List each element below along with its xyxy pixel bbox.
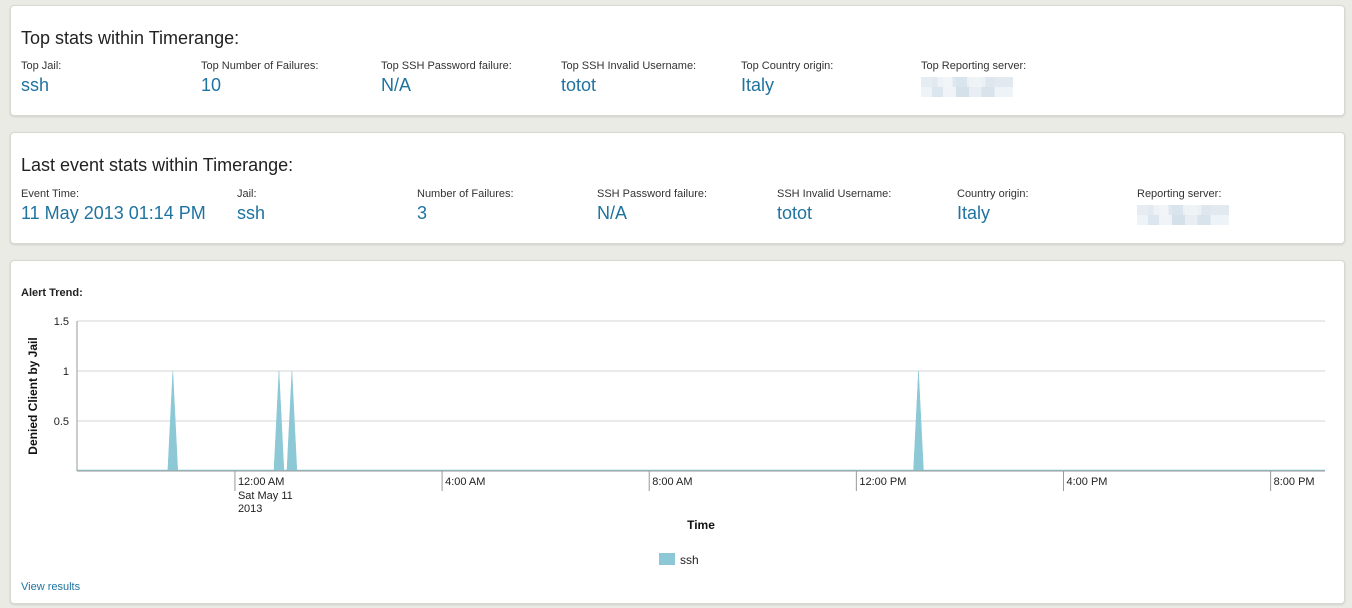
redacted-server-value	[921, 77, 1013, 97]
stat-value[interactable]: totot	[777, 203, 891, 224]
stat-ssh-invalid-username: SSH Invalid Username: totot	[777, 188, 891, 224]
y-tick-label: 1.5	[54, 316, 69, 328]
x-tick-label: 4:00 AM	[445, 476, 485, 488]
stat-label: Top Number of Failures:	[201, 60, 319, 72]
stat-value[interactable]: N/A	[597, 203, 707, 224]
stat-event-time: Event Time: 11 May 2013 01:14 PM	[21, 188, 206, 224]
stat-label: Top Reporting server:	[921, 60, 1027, 72]
stat-top-reporting-server: Top Reporting server:	[921, 60, 1026, 97]
y-tick-label: 0.5	[54, 416, 69, 428]
redacted-server-value	[1137, 205, 1229, 225]
stat-value[interactable]: N/A	[381, 75, 512, 96]
legend-swatch	[659, 553, 675, 565]
stat-top-jail: Top Jail: ssh	[21, 60, 61, 96]
x-axis-title: Time	[687, 518, 715, 532]
stat-label: Country origin:	[957, 188, 1029, 200]
x-tick-label: 8:00 AM	[652, 476, 692, 488]
x-tick-sublabel: 2013	[238, 503, 262, 515]
stat-jail: Jail: ssh	[237, 188, 265, 224]
stat-label: Top Country origin:	[741, 60, 834, 72]
x-tick-label: 8:00 PM	[1274, 476, 1315, 488]
stat-label: Top Jail:	[21, 60, 62, 72]
stat-value[interactable]: 10	[201, 75, 318, 96]
stat-country-origin: Country origin: Italy	[957, 188, 1029, 224]
stat-value[interactable]: totot	[561, 75, 696, 96]
stat-label: Event Time:	[21, 188, 80, 200]
stat-value[interactable]: 3	[417, 203, 514, 224]
last-event-title: Last event stats within Timerange:	[21, 155, 294, 175]
stat-top-ssh-password-failure: Top SSH Password failure: N/A	[381, 60, 512, 96]
y-tick-label: 1	[63, 366, 69, 378]
stat-label: Number of Failures:	[417, 188, 514, 200]
stat-label: SSH Invalid Username:	[777, 188, 892, 200]
top-stats-title: Top stats within Timerange:	[21, 28, 240, 48]
stat-label: Top SSH Password failure:	[381, 60, 512, 72]
stat-label: Reporting server:	[1137, 188, 1222, 200]
stat-reporting-server: Reporting server:	[1137, 188, 1229, 225]
stat-top-country-origin: Top Country origin: Italy	[741, 60, 833, 96]
x-tick-label: 4:00 PM	[1066, 476, 1107, 488]
top-stats-panel: Top stats within Timerange: Top Jail: ss…	[10, 5, 1345, 116]
stat-value[interactable]: 11 May 2013 01:14 PM	[21, 203, 206, 224]
y-axis-title: Denied Client by Jail	[26, 337, 40, 454]
stat-label: Top SSH Invalid Username:	[561, 60, 697, 72]
stat-value[interactable]: Italy	[957, 203, 1029, 224]
x-tick-sublabel: Sat May 11	[238, 490, 293, 502]
stat-top-ssh-invalid-username: Top SSH Invalid Username: totot	[561, 60, 696, 96]
x-tick-label: 12:00 PM	[859, 476, 906, 488]
x-tick-label: 12:00 AM	[238, 476, 284, 488]
alert-trend-panel: Alert Trend: 0.5 1 1.5 Denied Client by Jai…	[10, 260, 1345, 604]
stat-ssh-password-failure: SSH Password failure: N/A	[597, 188, 707, 224]
last-event-panel: Last event stats within Timerange: Event…	[10, 132, 1345, 244]
view-results-link[interactable]: View results	[21, 581, 80, 593]
stat-value[interactable]: ssh	[21, 75, 61, 96]
stat-value[interactable]: Italy	[741, 75, 833, 96]
legend-label: ssh	[680, 553, 699, 567]
stat-number-of-failures: Number of Failures: 3	[417, 188, 514, 224]
stat-label: Jail:	[237, 188, 257, 200]
stat-value[interactable]: ssh	[237, 203, 265, 224]
stat-label: SSH Password failure:	[597, 188, 708, 200]
stat-top-failures: Top Number of Failures: 10	[201, 60, 318, 96]
alert-trend-chart: 0.5 1 1.5 Denied Client by Jail 12:00 AM Sat …	[26, 316, 1325, 567]
